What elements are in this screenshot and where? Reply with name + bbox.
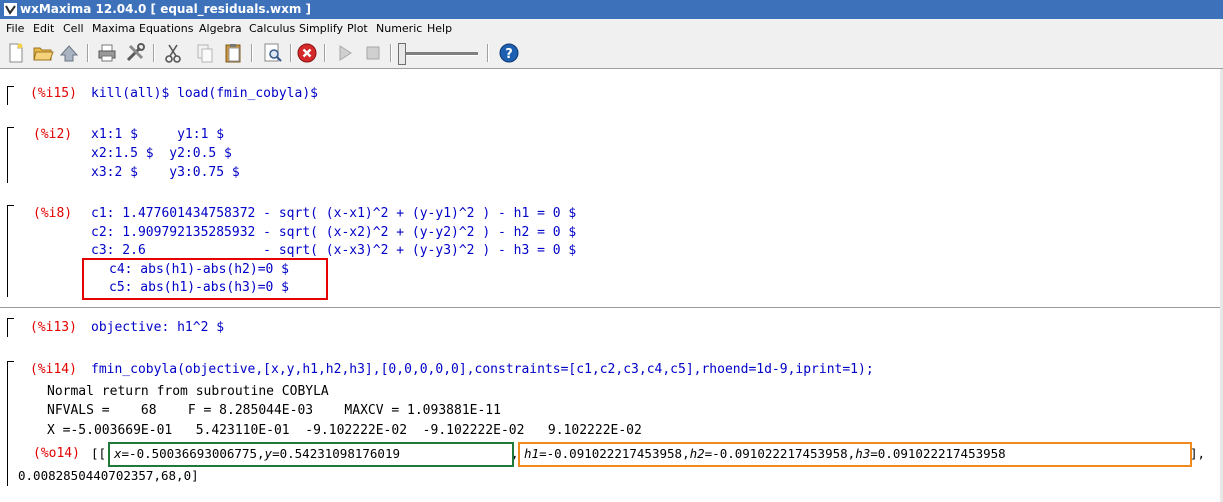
cell-bracket-tip xyxy=(8,86,14,87)
svg-text:?: ? xyxy=(505,47,513,62)
printed-output-line: Normal return from subroutine COBYLA xyxy=(47,384,329,399)
play-icon[interactable] xyxy=(334,42,356,64)
wxmaxima-logo-icon xyxy=(4,3,17,16)
animation-slider-track[interactable] xyxy=(404,52,478,56)
toolbar-separator xyxy=(87,44,89,62)
input-label: (%i13) xyxy=(30,320,77,335)
output-close: ], xyxy=(1190,446,1206,461)
toolbar: ? xyxy=(0,38,1223,68)
print-icon[interactable] xyxy=(96,42,118,64)
help-icon[interactable]: ? xyxy=(498,42,520,64)
menu-cell[interactable]: Cell xyxy=(63,19,84,38)
input-label: (%i8) xyxy=(33,206,73,221)
new-icon[interactable] xyxy=(5,42,27,64)
cell-bracket[interactable] xyxy=(7,86,14,105)
input-line[interactable]: objective: h1^2 $ xyxy=(91,318,224,337)
toolbar-separator xyxy=(487,44,489,62)
paste-icon[interactable] xyxy=(222,42,244,64)
cut-icon[interactable] xyxy=(162,42,184,64)
output-label: (%o14) xyxy=(33,446,80,461)
xy-highlight-box xyxy=(108,442,514,467)
menu-help[interactable]: Help xyxy=(427,19,452,38)
menu-bar: File Edit Cell Maxima Equations Algebra … xyxy=(0,19,1223,38)
menu-maxima[interactable]: Maxima xyxy=(92,19,135,38)
input-label: (%i15) xyxy=(30,86,77,101)
input-line[interactable]: c2: 1.909792135285932 - sqrt( (x-x2)^2 +… xyxy=(91,223,576,242)
menu-numeric[interactable]: Numeric xyxy=(376,19,422,38)
save-icon[interactable] xyxy=(58,42,80,64)
h-values-highlight-box xyxy=(518,442,1192,467)
input-line[interactable]: x3:2 $ y3:0.75 $ xyxy=(91,163,240,182)
constraint-highlight-box xyxy=(82,258,328,300)
output-open-brackets: [[ xyxy=(91,446,107,461)
cell-bracket[interactable] xyxy=(7,361,14,486)
printed-output-line: NFVALS = 68 F = 8.285044E-03 MAXCV = 1.0… xyxy=(47,403,501,418)
menu-plot[interactable]: Plot xyxy=(347,19,368,38)
menu-equations[interactable]: Equations xyxy=(139,19,193,38)
input-line[interactable]: x1:1 $ y1:1 $ xyxy=(91,125,224,144)
find-icon[interactable] xyxy=(262,42,284,64)
toolbar-separator xyxy=(251,44,253,62)
stop-icon[interactable] xyxy=(362,42,384,64)
open-icon[interactable] xyxy=(32,42,54,64)
menu-file[interactable]: File xyxy=(6,19,24,38)
input-line[interactable]: fmin_cobyla(objective,[x,y,h1,h2,h3],[0,… xyxy=(91,360,874,379)
toolbar-separator xyxy=(390,44,392,62)
menu-simplify[interactable]: Simplify xyxy=(299,19,343,38)
toolbar-separator xyxy=(324,44,326,62)
menu-algebra[interactable]: Algebra xyxy=(199,19,242,38)
printed-output-line: X =-5.003669E-01 5.423110E-01 -9.102222E… xyxy=(47,423,642,438)
animation-slider-thumb[interactable] xyxy=(398,43,406,65)
toolbar-separator xyxy=(290,44,292,62)
input-line[interactable]: x2:1.5 $ y2:0.5 $ xyxy=(91,144,232,163)
interrupt-icon[interactable] xyxy=(296,42,318,64)
cell-divider xyxy=(0,307,1223,308)
input-line[interactable]: kill(all)$ load(fmin_cobyla)$ xyxy=(91,84,318,103)
cell-bracket[interactable] xyxy=(7,318,14,337)
output-second-line: 0.0082850440702357,68,0] xyxy=(18,468,199,483)
copy-icon[interactable] xyxy=(194,42,216,64)
menu-edit[interactable]: Edit xyxy=(33,19,54,38)
cell-bracket[interactable] xyxy=(7,127,14,183)
toolbar-separator xyxy=(153,44,155,62)
input-label: (%i14) xyxy=(30,362,77,377)
title-bar: wxMaxima 12.04.0 [ equal_residuals.wxm ] xyxy=(0,0,1223,19)
input-line[interactable]: c1: 1.477601434758372 - sqrt( (x-x1)^2 +… xyxy=(91,204,576,223)
window-title: wxMaxima 12.04.0 [ equal_residuals.wxm ] xyxy=(20,2,312,16)
menu-calculus[interactable]: Calculus xyxy=(249,19,295,38)
input-label: (%i2) xyxy=(33,127,73,142)
cell-bracket[interactable] xyxy=(7,205,14,297)
preferences-icon[interactable] xyxy=(124,42,146,64)
